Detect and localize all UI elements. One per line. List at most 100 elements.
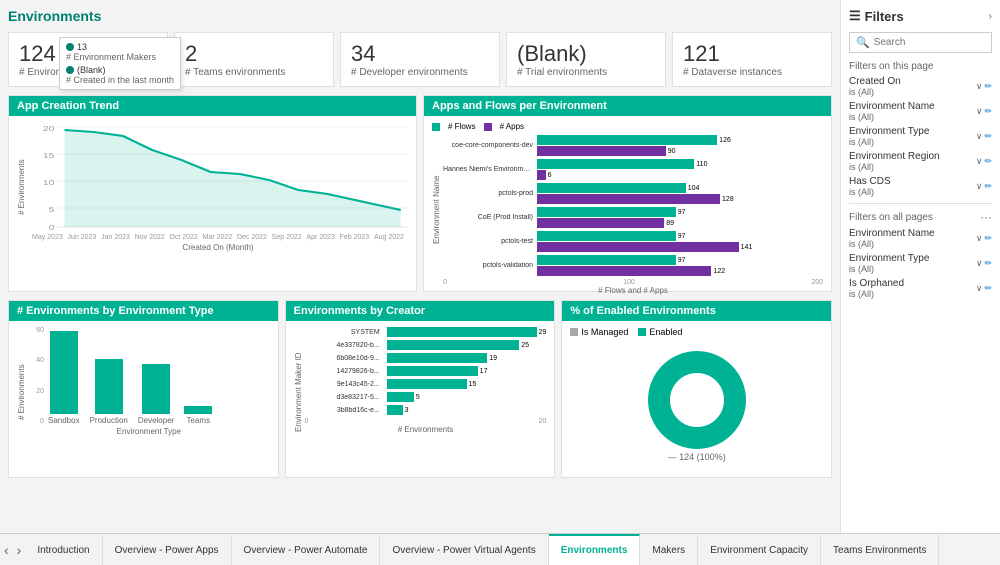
tooltip-val1: 13 (77, 42, 87, 52)
apps-bar-1 (537, 146, 666, 156)
kpi-dataverse: 121 # Dataverse instances (672, 32, 832, 87)
svg-text:10: 10 (43, 179, 55, 187)
kpi-row: 124 # Environments 13 # Environment Make… (8, 32, 832, 87)
flows-legend-label: # Flows (448, 122, 476, 131)
filters-on-page: Created On is (All) ∨ ✏ Environment Name… (849, 76, 992, 197)
bottom-tabs: ‹ › Introduction Overview - Power Apps O… (0, 533, 1000, 565)
kpi-trial-value: (Blank) (517, 41, 655, 67)
svg-text:5: 5 (49, 206, 55, 214)
filter-all-orphaned-edit[interactable]: ✏ (984, 283, 992, 294)
page-title: Environments (8, 8, 832, 24)
svg-text:0: 0 (49, 224, 55, 232)
line-chart-x-label: Created On (Month) (28, 243, 408, 252)
kpi-dataverse-label: # Dataverse instances (683, 67, 821, 78)
filters-all-pages-title: Filters on all pages (849, 212, 933, 223)
flows-bar-5 (537, 231, 676, 241)
donut-legend: Is Managed Enabled (570, 327, 823, 337)
pct-enabled-card: % of Enabled Environments Is Managed Ena… (561, 300, 832, 478)
search-icon: 🔍 (856, 36, 870, 49)
kpi-teams-value: 2 (185, 41, 323, 67)
filter-env-type-chevron[interactable]: ∨ (976, 131, 983, 142)
apps-legend-label: # Apps (500, 122, 524, 131)
filter-env-type-edit[interactable]: ✏ (984, 131, 992, 142)
filter-all-orphaned: Is Orphaned is (All) ∨ ✏ (849, 278, 992, 299)
app-creation-trend-title: App Creation Trend (9, 96, 416, 116)
flows-bar-1 (537, 135, 717, 145)
creator-x-label: # Environments (305, 425, 547, 434)
vbar-developer: Developer (138, 364, 174, 425)
donut-chart: — 124 (100%) (570, 341, 823, 471)
kpi-environments: 124 # Environments 13 # Environment Make… (8, 32, 168, 87)
bar-row-2: Hannes Niemi's Environment 110 6 (443, 159, 823, 180)
env-type-y-label: # Environments (17, 327, 26, 457)
filter-divider (849, 203, 992, 204)
flows-bar-2 (537, 159, 694, 169)
tab-next-button[interactable]: › (13, 534, 26, 565)
apps-bar-3 (537, 194, 720, 204)
tab-prev-button[interactable]: ‹ (0, 534, 13, 565)
filter-created-on-chevron[interactable]: ∨ (976, 81, 983, 92)
apps-bar-4 (537, 218, 664, 228)
filter-icon: ☰ (849, 8, 861, 24)
tab-makers[interactable]: Makers (640, 534, 698, 565)
line-chart-svg: 20 15 10 5 0 (28, 122, 408, 232)
flows-legend-icon (432, 123, 440, 131)
tab-teams-environments[interactable]: Teams Environments (821, 534, 939, 565)
filter-has-cds-chevron[interactable]: ∨ (976, 181, 983, 192)
flows-bar-4 (537, 207, 676, 217)
filter-created-on-edit[interactable]: ✏ (984, 81, 992, 92)
kpi-teams: 2 # Teams environments (174, 32, 334, 87)
flows-bar-6 (537, 255, 676, 265)
kpi-environments-tooltip: 13 # Environment Makers (Blank) # Create… (59, 37, 181, 90)
filter-all-env-name-edit[interactable]: ✏ (984, 233, 992, 244)
filter-env-region-edit[interactable]: ✏ (984, 156, 992, 167)
filters-search-box[interactable]: 🔍 (849, 32, 992, 53)
kpi-developer-value: 34 (351, 41, 489, 67)
enabled-label: Enabled (649, 327, 682, 337)
filter-env-type: Environment Type is (All) ∨ ✏ (849, 126, 992, 147)
filter-env-name: Environment Name is (All) ∨ ✏ (849, 101, 992, 122)
bar-row-6: pctols-validation 97 122 (443, 255, 823, 276)
tab-overview-power-virtual-agents[interactable]: Overview - Power Virtual Agents (380, 534, 548, 565)
filters-on-page-title: Filters on this page (849, 61, 992, 72)
filter-all-orphaned-chevron[interactable]: ∨ (976, 283, 983, 294)
donut-label: — 124 (100%) (668, 452, 726, 462)
apps-bar-2 (537, 170, 546, 180)
filter-env-name-chevron[interactable]: ∨ (976, 106, 983, 117)
kpi-dataverse-value: 121 (683, 41, 821, 67)
tab-overview-power-apps[interactable]: Overview - Power Apps (103, 534, 232, 565)
apps-flows-title: Apps and Flows per Environment (424, 96, 831, 116)
filters-collapse-button[interactable]: › (989, 11, 992, 22)
kpi-teams-label: # Teams environments (185, 67, 323, 78)
filter-has-cds: Has CDS is (All) ∨ ✏ (849, 176, 992, 197)
creator-bars: SYSTEM 29 4e337820-b... 25 (305, 327, 547, 415)
kpi-developer: 34 # Developer environments (340, 32, 500, 87)
filter-env-region-chevron[interactable]: ∨ (976, 156, 983, 167)
apps-bar-6 (537, 266, 711, 276)
middle-chart-row: App Creation Trend # Environments (8, 95, 832, 292)
bar-row-3: pctols-prod 104 128 (443, 183, 823, 204)
filters-all-pages-header: Filters on all pages ··· (849, 210, 992, 224)
filter-all-env-type-chevron[interactable]: ∨ (976, 258, 983, 269)
filter-all-pages-menu[interactable]: ··· (980, 210, 992, 224)
env-by-creator-title: Environments by Creator (286, 301, 555, 321)
filter-has-cds-edit[interactable]: ✏ (984, 181, 992, 192)
env-by-type-card: # Environments by Environment Type # Env… (8, 300, 279, 478)
filter-env-name-edit[interactable]: ✏ (984, 106, 992, 117)
apps-flows-legend: # Flows # Apps (432, 122, 823, 131)
tab-overview-power-automate[interactable]: Overview - Power Automate (232, 534, 381, 565)
filter-all-env-type-edit[interactable]: ✏ (984, 258, 992, 269)
kpi-trial-label: # Trial environments (517, 67, 655, 78)
apps-flows-x-label: # Flows and # Apps (443, 286, 823, 295)
kpi-developer-label: # Developer environments (351, 67, 489, 78)
tab-introduction[interactable]: Introduction (25, 534, 102, 565)
tab-environment-capacity[interactable]: Environment Capacity (698, 534, 821, 565)
tooltip-label2: # Created in the last month (66, 75, 174, 85)
creator-y-label: Environment Maker ID (294, 327, 303, 457)
filter-all-env-name-chevron[interactable]: ∨ (976, 233, 983, 244)
filters-search-input[interactable] (874, 37, 985, 48)
dashboard: Environments 124 # Environments 13 # Env… (0, 0, 840, 533)
tab-environments[interactable]: Environments (549, 534, 641, 565)
apps-flows-bars: coe-core-components-dev 126 90 (443, 135, 823, 276)
apps-flows-card: Apps and Flows per Environment # Flows #… (423, 95, 832, 292)
